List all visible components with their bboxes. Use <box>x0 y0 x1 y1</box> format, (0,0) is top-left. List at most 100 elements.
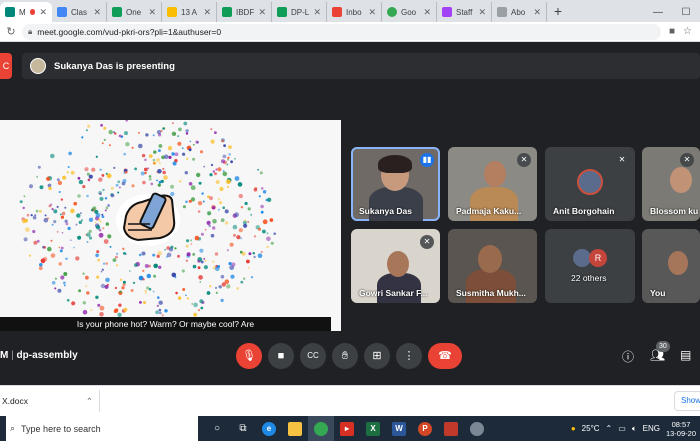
clock-date: 13-09-20 <box>665 428 696 438</box>
sheets-favicon-icon <box>277 7 287 17</box>
others-tile[interactable]: R 22 others <box>545 229 635 303</box>
close-tab-icon[interactable]: ✕ <box>258 7 266 18</box>
chevron-up-icon[interactable]: ⌃ <box>86 390 93 412</box>
clock[interactable]: 08:57 13-09-20 <box>666 420 696 438</box>
search-placeholder: Type here to search <box>21 423 101 434</box>
mic-off-icon: ✕ <box>680 153 694 167</box>
camera-permission-icon[interactable]: ■ <box>669 26 675 37</box>
close-tab-icon[interactable]: ✕ <box>39 7 47 18</box>
phone-hand-illustration <box>0 120 341 331</box>
task-view-button-icon[interactable]: ⧉ <box>230 416 256 441</box>
weather-temp[interactable]: 25°C <box>582 424 600 433</box>
edge-icon[interactable]: e <box>256 416 282 441</box>
tab-ibdf[interactable]: IBDF ✕ <box>217 2 272 22</box>
explorer-icon[interactable] <box>282 416 308 441</box>
chrome-icon[interactable] <box>308 416 334 441</box>
tab-one[interactable]: One ✕ <box>107 2 162 22</box>
maximize-icon[interactable]: ☐ <box>672 7 700 18</box>
tab-label: 13 A <box>181 7 198 17</box>
excel-icon[interactable]: X <box>360 416 386 441</box>
volume-icon[interactable]: 🔈︎ <box>632 424 637 434</box>
present-button[interactable]: ⊞ <box>364 343 390 369</box>
participant-face <box>387 251 409 277</box>
participant-face <box>484 161 506 187</box>
raise-hand-button[interactable]: ✋︎ <box>332 343 358 369</box>
app-icon[interactable] <box>464 416 490 441</box>
address-bar: ↻ 🔒︎ meet.google.com/vud-pkri-ors?pli=1&… <box>0 22 700 42</box>
participant-face <box>668 251 688 275</box>
gmail-favicon-icon <box>332 7 342 17</box>
participant-tile[interactable]: ✕ Gowri Sankar F... <box>351 229 440 303</box>
tab-label: One <box>126 7 142 17</box>
more-options-button[interactable]: ⋮ <box>396 343 422 369</box>
people-icon[interactable]: 👥︎ 30 <box>650 341 670 362</box>
close-tab-icon[interactable]: ✕ <box>423 7 431 18</box>
participant-name: Sukanya Das <box>359 206 412 216</box>
weather-icon: ● <box>570 424 576 433</box>
camera-toggle-button[interactable]: ■ <box>268 343 294 369</box>
meeting-title: M | dp-assembly <box>0 350 78 361</box>
participant-tile[interactable]: ▮▮ Sukanya Das <box>351 147 440 221</box>
recording-indicator-icon[interactable]: C <box>0 53 12 79</box>
show-all-button[interactable]: Show <box>674 391 700 411</box>
mic-off-icon: ✕ <box>517 153 531 167</box>
network-icon[interactable]: ▭ <box>618 424 626 433</box>
bookmark-star-icon[interactable]: ☆ <box>683 26 692 37</box>
task-view-icon[interactable]: ○ <box>204 416 230 441</box>
participant-hair <box>378 155 412 173</box>
tab-drive[interactable]: 13 A ✕ <box>162 2 217 22</box>
close-tab-icon[interactable]: ✕ <box>368 7 376 18</box>
close-tab-icon[interactable]: ✕ <box>148 7 156 18</box>
participant-name: Padmaja Kaku... <box>456 206 522 216</box>
participant-name: Blossom ku <box>650 206 699 216</box>
info-icon[interactable]: ⓘ <box>622 348 634 365</box>
tray-chevron-icon[interactable]: ⌃ <box>606 424 613 433</box>
tab-about[interactable]: Abo ✕ <box>492 2 547 22</box>
participant-name: You <box>650 288 666 298</box>
live-caption: Is your phone hot? Warm? Or maybe cool? … <box>0 317 331 331</box>
tab-classroom[interactable]: Clas ✕ <box>52 2 107 22</box>
others-count: 22 others <box>571 273 607 283</box>
captions-button[interactable]: CC <box>300 343 326 369</box>
tab-dp[interactable]: DP-L ✕ <box>272 2 327 22</box>
participant-tile[interactable]: ✕ Blossom ku <box>642 147 700 221</box>
close-tab-icon[interactable]: ✕ <box>93 7 101 18</box>
participant-tile[interactable]: ✕ Padmaja Kaku... <box>448 147 537 221</box>
participant-tile[interactable]: Susmitha Mukh... <box>448 229 537 303</box>
tab-label: Abo <box>511 7 526 17</box>
url-field[interactable]: 🔒︎ meet.google.com/vud-pkri-ors?pli=1&au… <box>22 23 661 40</box>
tab-label: DP-L <box>291 7 310 17</box>
tab-meet[interactable]: M ✕ <box>0 2 52 22</box>
tab-inbox[interactable]: Inbo ✕ <box>327 2 382 22</box>
download-item[interactable]: X.docx ⌃ <box>0 390 100 412</box>
app-icon[interactable] <box>438 416 464 441</box>
taskbar-apps: ○ ⧉ e ▸ X W P <box>204 416 490 441</box>
participant-name: Anit Borgohain <box>553 206 615 216</box>
taskbar-search[interactable]: ⌕ Type here to search <box>6 416 198 441</box>
mic-off-icon: ✕ <box>420 235 434 249</box>
mic-toggle-button[interactable]: 🎙︎ <box>236 343 262 369</box>
recording-dot-icon <box>29 9 36 15</box>
participant-tile[interactable]: ✕ Anit Borgohain <box>545 147 635 221</box>
url-text: meet.google.com/vud-pkri-ors?pli=1&authu… <box>37 26 222 37</box>
reload-icon[interactable]: ↻ <box>0 25 22 38</box>
meet-stage: C Sukanya Das is presenting Is your phon… <box>0 43 700 385</box>
tab-staff[interactable]: Staff ✕ <box>437 2 492 22</box>
tab-google[interactable]: Goo ✕ <box>382 2 437 22</box>
new-tab-button[interactable]: + <box>547 2 569 22</box>
self-tile[interactable]: You <box>642 229 700 303</box>
app-icon[interactable]: ▸ <box>334 416 360 441</box>
close-tab-icon[interactable]: ✕ <box>313 7 321 18</box>
chat-icon[interactable]: ▤ <box>680 348 691 362</box>
participant-avatar <box>577 169 603 195</box>
end-call-button[interactable]: ☎︎ <box>428 343 462 369</box>
minimize-icon[interactable]: — <box>644 7 672 18</box>
language-indicator[interactable]: ENG <box>643 424 660 433</box>
close-tab-icon[interactable]: ✕ <box>478 7 486 18</box>
close-tab-icon[interactable]: ✕ <box>203 7 211 18</box>
tab-label: IBDF <box>236 7 255 17</box>
word-icon[interactable]: W <box>386 416 412 441</box>
close-tab-icon[interactable]: ✕ <box>533 7 541 18</box>
powerpoint-icon[interactable]: P <box>412 416 438 441</box>
participant-count-badge: 30 <box>656 341 670 352</box>
